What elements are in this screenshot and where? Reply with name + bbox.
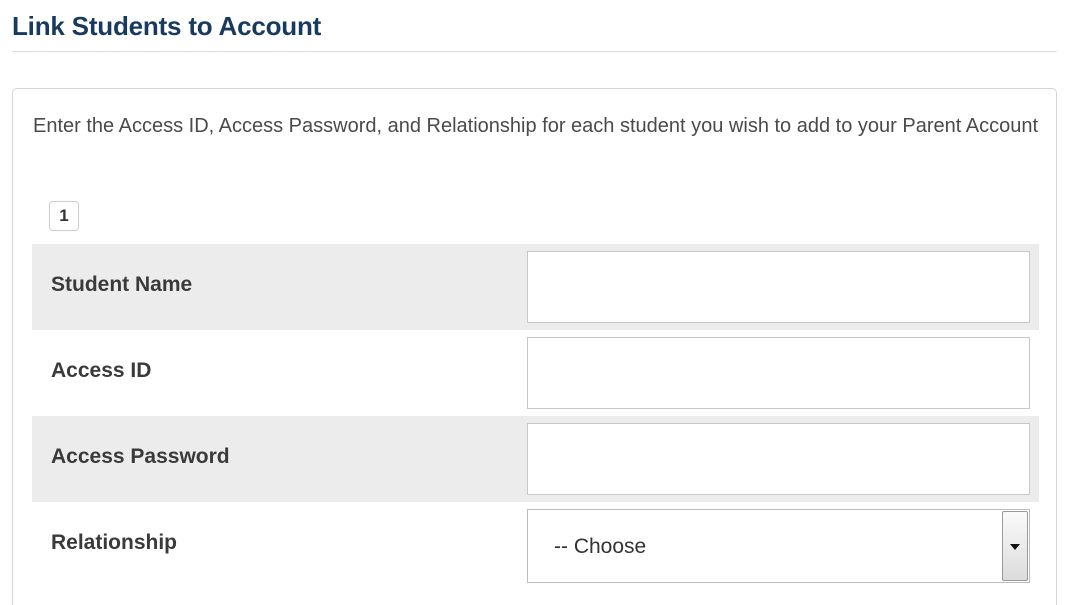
student-number-badge: 1: [49, 201, 79, 231]
access-password-label: Access Password: [51, 445, 230, 468]
relationship-selected-value: -- Choose: [554, 535, 647, 558]
link-students-page: Link Students to Account Enter the Acces…: [0, 0, 1091, 605]
form-row-relationship: Relationship -- Choose: [32, 502, 1039, 588]
student-name-input[interactable]: [527, 251, 1030, 323]
link-students-panel: Enter the Access ID, Access Password, an…: [12, 88, 1057, 605]
page-title: Link Students to Account: [12, 11, 322, 41]
instructions-text: Enter the Access ID, Access Password, an…: [33, 115, 1038, 137]
access-id-label: Access ID: [51, 359, 152, 382]
relationship-select[interactable]: -- Choose: [527, 509, 1030, 583]
form-row-access-password: Access Password: [32, 416, 1039, 502]
access-password-input[interactable]: [527, 423, 1030, 495]
form-row-student-name: Student Name: [32, 244, 1039, 330]
relationship-label: Relationship: [51, 531, 178, 554]
relationship-dropdown-button[interactable]: [1002, 511, 1028, 581]
title-divider: [12, 51, 1057, 52]
chevron-down-icon: [1010, 544, 1020, 550]
form-row-access-id: Access ID: [32, 330, 1039, 416]
access-id-input[interactable]: [527, 337, 1030, 409]
student-name-label: Student Name: [51, 273, 193, 296]
